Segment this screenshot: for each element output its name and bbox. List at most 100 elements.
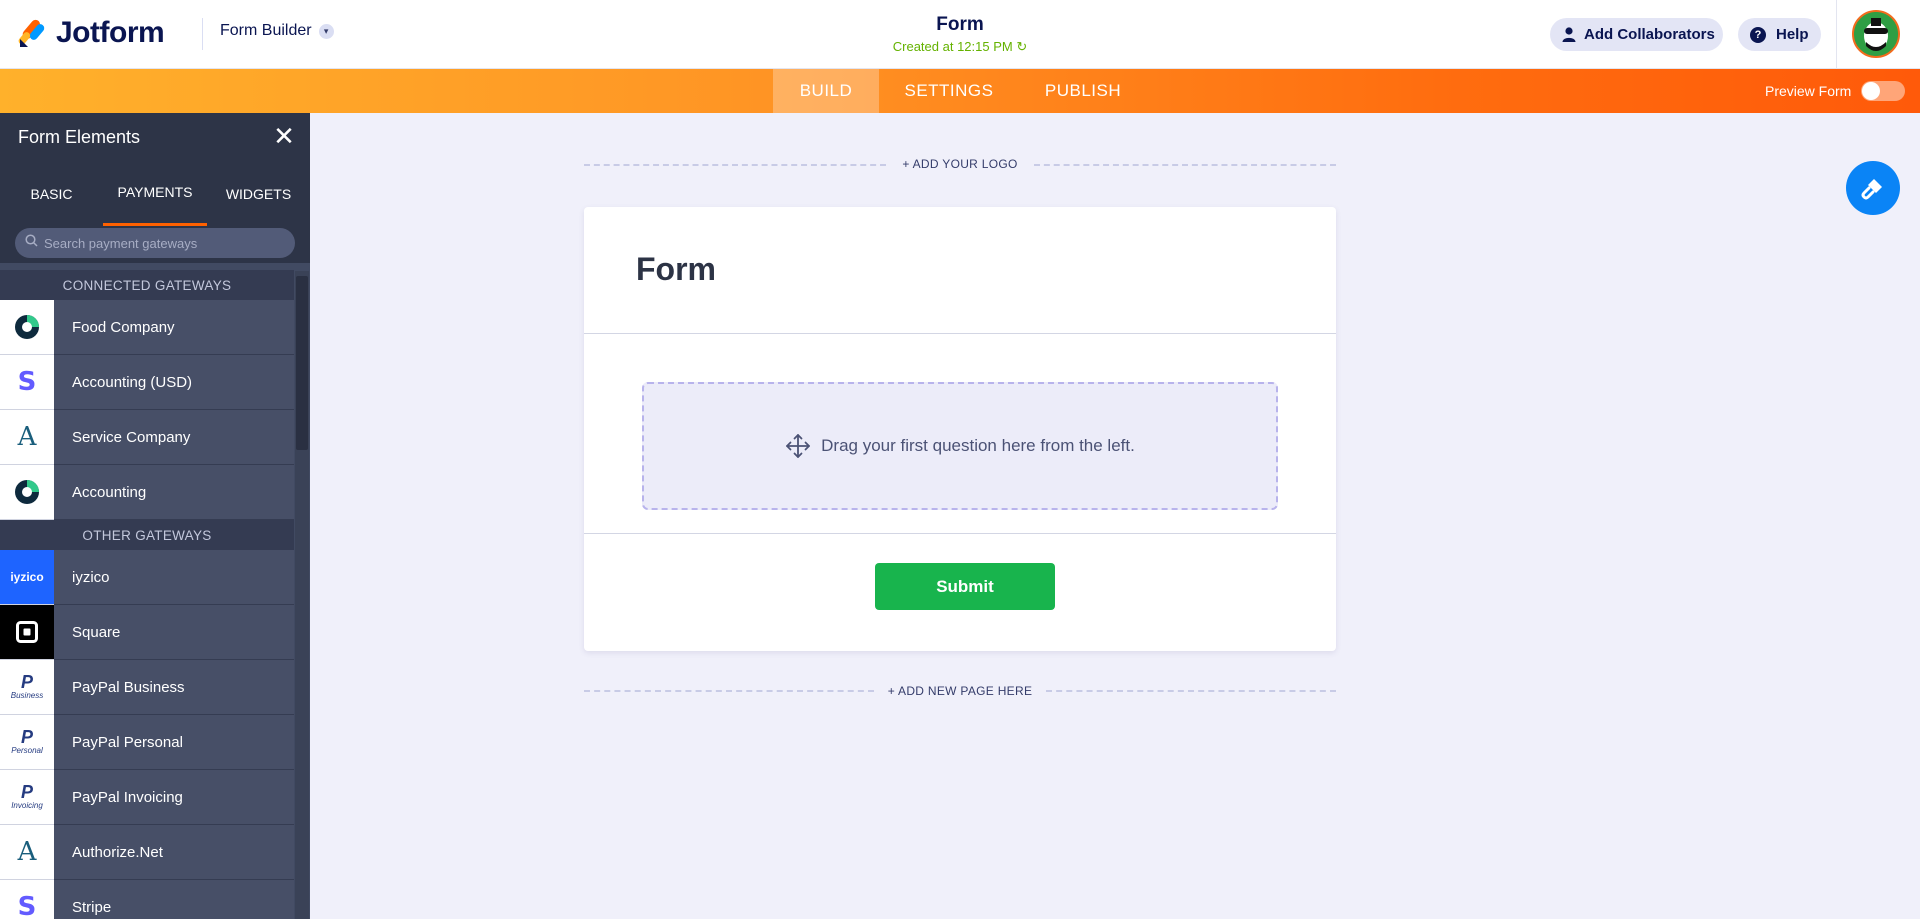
tab-basic[interactable]: BASIC <box>0 161 103 226</box>
paypal-logo-icon: P Business <box>0 659 54 715</box>
tab-settings[interactable]: SETTINGS <box>888 69 1010 113</box>
tab-payments-label: PAYMENTS <box>117 184 193 200</box>
tab-widgets[interactable]: WIDGETS <box>207 161 310 226</box>
list-item-accounting[interactable]: Accounting <box>0 464 294 520</box>
list-item-iyzico[interactable]: iyzico iyzico <box>0 549 294 605</box>
tab-publish[interactable]: PUBLISH <box>1030 69 1136 113</box>
help-button[interactable]: ? Help <box>1738 18 1821 51</box>
square-logo-icon <box>0 604 54 660</box>
drop-hint-text: Drag your first question here from the l… <box>821 436 1135 455</box>
question-drop-zone[interactable]: Drag your first question here from the l… <box>642 382 1278 510</box>
iyzico-logo-icon: iyzico <box>0 549 54 605</box>
move-arrows-icon <box>785 433 811 459</box>
gateway-label: PayPal Personal <box>72 733 183 751</box>
list-item-authorize-net[interactable]: A Authorize.Net <box>0 824 294 880</box>
help-label: Help <box>1776 26 1809 43</box>
tab-build-label: BUILD <box>799 81 853 100</box>
paypal-logo-icon: P Invoicing <box>0 769 54 825</box>
stripe-s-icon: S <box>0 879 54 919</box>
avatar-face-icon <box>1854 12 1898 56</box>
search-wrap <box>0 226 310 263</box>
search-input[interactable] <box>44 235 284 251</box>
card-divider <box>584 333 1336 334</box>
add-collaborators-label: Add Collaborators <box>1584 26 1715 43</box>
paint-roller-icon <box>1861 179 1882 200</box>
add-collaborators-button[interactable]: Add Collaborators <box>1550 18 1723 51</box>
sidebar-header: Form Elements ✕ <box>0 113 310 161</box>
close-icon[interactable]: ✕ <box>272 123 296 149</box>
form-title[interactable]: Form <box>760 14 1160 36</box>
sidebar-tab-area: BASIC PAYMENTS WIDGETS <box>0 161 310 263</box>
stripe-s-icon: S <box>0 354 54 410</box>
page-divider-right <box>1046 690 1336 692</box>
food-company-logo-icon <box>0 464 54 520</box>
gateway-list: CONNECTED GATEWAYS Food Company S Accoun… <box>0 270 294 919</box>
logo-divider-right <box>1034 164 1336 166</box>
search-icon <box>25 234 38 252</box>
add-logo-button[interactable]: + ADD YOUR LOGO <box>890 157 1030 171</box>
food-company-logo-icon <box>0 299 54 355</box>
form-designer-button[interactable] <box>1846 161 1900 215</box>
paypal-caption: Invoicing <box>11 801 43 810</box>
card-divider <box>584 533 1336 534</box>
gateway-label: Food Company <box>72 318 175 336</box>
iyzico-logo-text: iyzico <box>10 569 44 584</box>
avatar[interactable] <box>1852 10 1900 58</box>
gateway-label: Square <box>72 623 121 641</box>
form-heading[interactable]: Form <box>636 251 716 288</box>
tab-basic-label: BASIC <box>30 185 73 202</box>
list-item-accounting-usd[interactable]: S Accounting (USD) <box>0 354 294 410</box>
paypal-caption: Business <box>10 691 44 700</box>
gateway-label: Accounting (USD) <box>72 373 193 391</box>
paypal-caption: Personal <box>11 746 43 755</box>
form-created-status: Created at 12:15 PM ↻ <box>760 39 1160 55</box>
list-item-paypal-personal[interactable]: P Personal PayPal Personal <box>0 714 294 770</box>
sidebar-title: Form Elements <box>18 126 141 147</box>
header-divider-right <box>1836 0 1837 69</box>
gateway-label: Service Company <box>72 428 191 446</box>
builder-nav-bar: BUILD SETTINGS PUBLISH Preview Form <box>0 69 1920 113</box>
chevron-down-icon: ▾ <box>318 23 334 39</box>
top-header: Jotform Form Builder ▾ Form Created at 1… <box>0 0 1920 69</box>
form-builder-label: Form Builder <box>220 22 312 39</box>
user-icon <box>1562 27 1576 42</box>
form-elements-sidebar: Form Elements ✕ BASIC PAYMENTS WIDGETS C… <box>0 113 310 919</box>
gateway-label: iyzico <box>72 568 110 586</box>
preview-form-label: Preview Form <box>1765 83 1852 99</box>
search-box[interactable] <box>15 228 295 258</box>
form-title-block: Form Created at 12:15 PM ↻ <box>760 14 1160 55</box>
preview-form-toggle[interactable]: Preview Form <box>1765 69 1906 113</box>
list-item-paypal-invoicing[interactable]: P Invoicing PayPal Invoicing <box>0 769 294 825</box>
add-new-page-button[interactable]: + ADD NEW PAGE HERE <box>878 684 1042 698</box>
list-item-square[interactable]: Square <box>0 604 294 660</box>
scrollbar-thumb[interactable] <box>296 276 308 450</box>
created-text: Created at 12:15 PM <box>892 39 1013 54</box>
help-icon: ? <box>1750 26 1766 43</box>
logo-divider-left <box>584 164 886 166</box>
brand-name: Jotform <box>56 16 165 49</box>
list-item-service-company[interactable]: A Service Company <box>0 409 294 465</box>
other-gateways-header: OTHER GATEWAYS <box>0 520 294 550</box>
gateway-label: PayPal Business <box>72 678 185 696</box>
paypal-logo-icon: P Personal <box>0 714 54 770</box>
authorize-a-icon: A <box>0 824 54 880</box>
tab-build[interactable]: BUILD <box>773 69 879 113</box>
form-builder-dropdown[interactable]: Form Builder ▾ <box>220 22 334 40</box>
list-item-food-company[interactable]: Food Company <box>0 299 294 355</box>
gateway-label: Stripe <box>72 898 112 916</box>
tab-payments[interactable]: PAYMENTS <box>103 161 207 226</box>
preview-switch[interactable] <box>1861 81 1906 101</box>
list-item-paypal-business[interactable]: P Business PayPal Business <box>0 659 294 715</box>
preview-switch-knob <box>1862 82 1881 100</box>
header-divider <box>202 18 203 50</box>
tab-publish-label: PUBLISH <box>1044 81 1122 100</box>
jotform-logo[interactable]: Jotform <box>18 16 165 50</box>
jotform-logo-icon <box>18 19 45 47</box>
tab-settings-label: SETTINGS <box>904 81 994 100</box>
form-card: Form Drag your first question here from … <box>584 207 1336 651</box>
gateway-label: Authorize.Net <box>72 843 163 861</box>
list-item-stripe[interactable]: S Stripe <box>0 879 294 919</box>
submit-button[interactable]: Submit <box>875 563 1055 610</box>
history-icon[interactable]: ↻ <box>1016 39 1027 54</box>
sidebar-scrollbar[interactable] <box>295 271 309 919</box>
